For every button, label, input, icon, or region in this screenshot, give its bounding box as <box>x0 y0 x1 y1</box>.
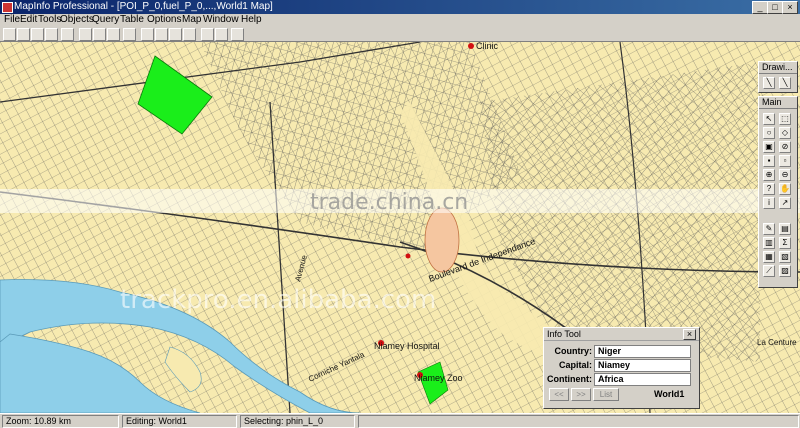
open-icon[interactable] <box>17 28 30 41</box>
clinic-marker-icon <box>468 43 474 49</box>
drawing-palette[interactable]: Drawi... ╲ ╲ <box>758 61 798 93</box>
capital-value[interactable]: Niamey <box>594 359 691 372</box>
status-bar: Zoom: 10.89 km Editing: World1 Selecting… <box>0 413 800 428</box>
menu-objects[interactable]: Objects <box>60 14 94 25</box>
status-selecting[interactable]: Selecting: phin_L_0 <box>240 415 355 428</box>
save-icon[interactable] <box>45 28 58 41</box>
info-row-country: Country: Niger <box>550 345 691 358</box>
redistrict-icon[interactable] <box>201 28 214 41</box>
graph-select-icon[interactable]: ▪ <box>763 155 775 167</box>
undo-icon[interactable] <box>123 28 136 41</box>
la-centure-label: La Centure <box>757 338 797 347</box>
radius-select-icon[interactable]: ○ <box>763 127 775 139</box>
menu-tools[interactable]: Tools <box>38 14 61 25</box>
standard-toolbar <box>0 27 800 42</box>
polygon-select-icon[interactable]: ◇ <box>779 127 791 139</box>
invert-select-icon[interactable]: ▫ <box>779 155 791 167</box>
new-icon[interactable] <box>3 28 16 41</box>
stadium-area <box>424 207 460 273</box>
watermark-text-secondary: trackpro.en.alibaba.com <box>120 285 437 315</box>
minimize-icon[interactable]: _ <box>752 1 768 14</box>
paste-icon[interactable] <box>107 28 120 41</box>
zoom-in-icon[interactable]: ⊕ <box>763 169 775 181</box>
line-tool-icon[interactable]: ╲ <box>763 77 775 89</box>
title-bar: MapInfo Professional - [POI_P_0,fuel_P_0… <box>0 0 800 14</box>
info-tool-title: Info Tool <box>544 328 699 341</box>
ruler-icon[interactable]: ▥ <box>763 237 775 249</box>
info-layer-name: World1 <box>654 389 685 399</box>
capital-label: Capital: <box>558 360 592 370</box>
marquee-select-icon[interactable]: ⬚ <box>779 113 791 125</box>
clinic-label: Clinic <box>476 42 499 51</box>
unselect-icon[interactable]: ⊘ <box>779 141 791 153</box>
menu-file[interactable]: File <box>4 14 20 25</box>
clip-region-icon[interactable]: ⟋ <box>763 265 775 277</box>
close-icon[interactable]: × <box>782 1 798 14</box>
status-editing[interactable]: Editing: World1 <box>122 415 237 428</box>
zoom-out-icon[interactable]: ⊖ <box>779 169 791 181</box>
statistics-icon[interactable]: Σ <box>779 237 791 249</box>
info-row-capital: Capital: Niamey <box>550 359 691 372</box>
status-zoom: Zoom: 10.89 km <box>2 415 119 428</box>
continent-value[interactable]: Africa <box>594 373 691 386</box>
menu-bar: File Edit Tools Objects Query Table Opti… <box>0 14 800 28</box>
prev-record-button[interactable]: << <box>549 388 569 401</box>
drawing-palette-title: Drawi... <box>759 62 797 74</box>
hotlink-icon[interactable]: ↗ <box>779 197 791 209</box>
boundary-select-icon[interactable]: ▣ <box>763 141 775 153</box>
continent-label: Continent: <box>547 374 592 384</box>
app-icon[interactable] <box>2 2 13 13</box>
main-palette-title: Main <box>759 97 797 109</box>
info-tool-window[interactable]: Info Tool × Country: Niger Capital: Niam… <box>543 327 700 409</box>
open-dbms-icon[interactable] <box>31 28 44 41</box>
new-grapher-icon[interactable] <box>169 28 182 41</box>
select-tool-icon[interactable]: ↖ <box>763 113 775 125</box>
status-message <box>358 415 799 428</box>
list-button[interactable]: List <box>593 388 619 401</box>
label-tool-icon[interactable]: ✎ <box>763 223 775 235</box>
drag-map-icon[interactable]: ▤ <box>779 223 791 235</box>
info-row-continent: Continent: Africa <box>547 373 691 386</box>
niamey-hospital-label: Niamey Hospital <box>374 341 440 351</box>
menu-map[interactable]: Map <box>182 14 201 25</box>
niamey-zoo-label: Niamey Zoo <box>414 373 463 383</box>
cut-icon[interactable] <box>79 28 92 41</box>
info-close-icon[interactable]: × <box>683 329 696 340</box>
menu-table[interactable]: Table <box>120 14 144 25</box>
new-layout-icon[interactable] <box>183 28 196 41</box>
new-browser-icon[interactable] <box>141 28 154 41</box>
print-icon[interactable] <box>61 28 74 41</box>
set-clip-icon[interactable]: ▨ <box>779 265 791 277</box>
menu-options[interactable]: Options <box>147 14 181 25</box>
layer-control-icon[interactable]: ▦ <box>763 251 775 263</box>
menu-edit[interactable]: Edit <box>20 14 37 25</box>
help-icon[interactable] <box>231 28 244 41</box>
copy-icon[interactable] <box>93 28 106 41</box>
window-title: MapInfo Professional - [POI_P_0,fuel_P_0… <box>14 1 273 12</box>
info-tool-icon[interactable]: i <box>763 197 775 209</box>
country-label: Country: <box>554 346 593 356</box>
poi-marker-icon <box>405 253 411 259</box>
polyline-tool-icon[interactable]: ╲ <box>779 77 791 89</box>
menu-help[interactable]: Help <box>241 14 262 25</box>
next-record-button[interactable]: >> <box>571 388 591 401</box>
grabber-icon[interactable]: ✋ <box>779 183 791 195</box>
change-view-icon[interactable]: ? <box>763 183 775 195</box>
menu-window[interactable]: Window <box>203 14 239 25</box>
new-mapper-icon[interactable] <box>155 28 168 41</box>
main-palette[interactable]: Main ↖ ⬚ ○ ◇ ▣ ⊘ ▪ ▫ ⊕ ⊖ ? ✋ i ↗ ✎ ▤ ▥ Σ… <box>758 96 798 288</box>
watermark-text: trade.china.cn <box>310 190 469 215</box>
menu-query[interactable]: Query <box>92 14 119 25</box>
legend-icon[interactable]: ▧ <box>779 251 791 263</box>
mapbasic-icon[interactable] <box>215 28 228 41</box>
maximize-icon[interactable]: □ <box>767 1 783 14</box>
country-value[interactable]: Niger <box>594 345 691 358</box>
